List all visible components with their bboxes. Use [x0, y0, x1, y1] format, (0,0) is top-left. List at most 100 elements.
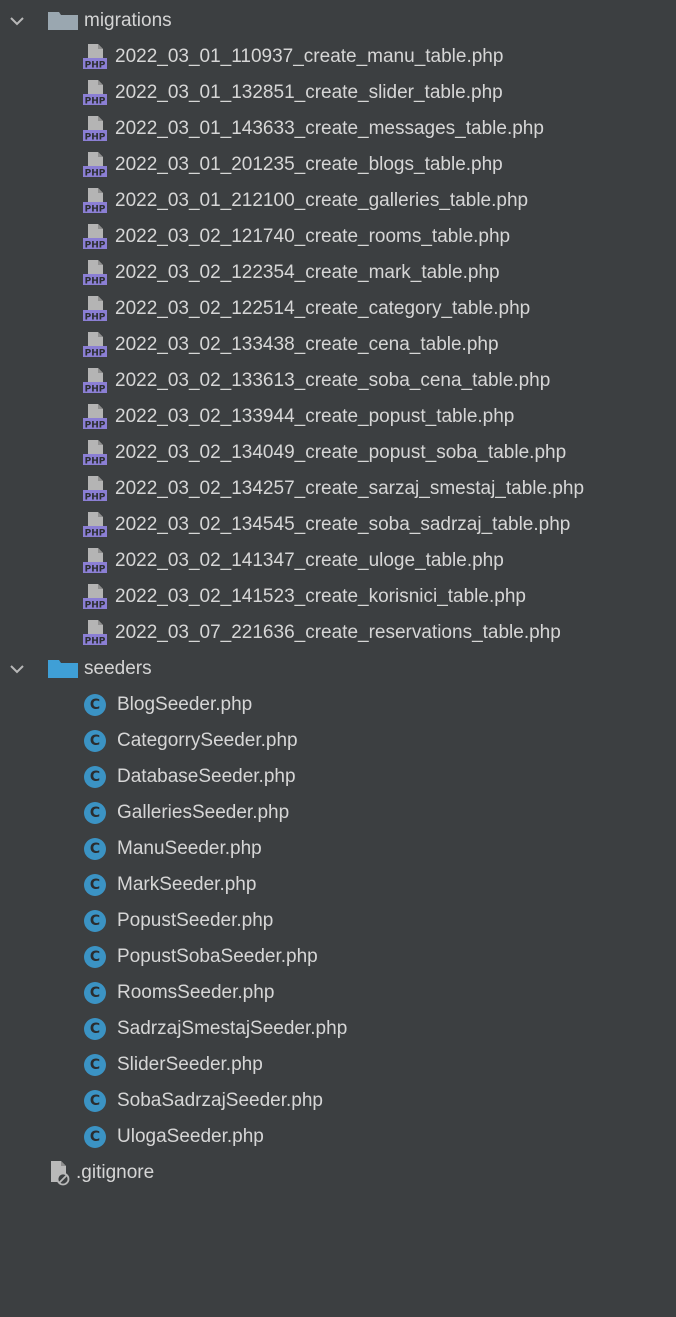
- svg-text:PHP: PHP: [85, 349, 106, 359]
- migration-file[interactable]: PHP 2022_03_02_133944_create_popust_table…: [0, 399, 676, 435]
- migration-file[interactable]: PHP 2022_03_01_110937_create_manu_table.p…: [0, 39, 676, 75]
- file-label: 2022_03_02_134257_create_sarzaj_smestaj_…: [115, 478, 585, 499]
- php-file-icon: PHP: [82, 115, 108, 143]
- file-label: 2022_03_02_122514_create_category_table.…: [115, 298, 531, 319]
- class-file-icon: C: [84, 766, 106, 788]
- svg-text:PHP: PHP: [85, 529, 106, 539]
- file-label: 2022_03_01_212100_create_galleries_table…: [115, 190, 529, 211]
- class-file-icon: C: [84, 730, 106, 752]
- svg-text:PHP: PHP: [85, 637, 106, 647]
- migration-file[interactable]: PHP 2022_03_02_141347_create_uloge_table.…: [0, 543, 676, 579]
- file-label: 2022_03_07_221636_create_reservations_ta…: [115, 622, 561, 643]
- file-label: RoomsSeeder.php: [117, 982, 275, 1003]
- folder-icon: [48, 12, 78, 30]
- file-label: PopustSeeder.php: [117, 910, 274, 931]
- php-file-icon: PHP: [82, 259, 108, 287]
- php-file-icon: PHP: [82, 223, 108, 251]
- file-label: GalleriesSeeder.php: [117, 802, 290, 823]
- seeder-file[interactable]: C DatabaseSeeder.php: [0, 759, 676, 795]
- file-label: PopustSobaSeeder.php: [117, 946, 318, 967]
- folder-seeders[interactable]: seeders: [0, 651, 676, 687]
- file-label: 2022_03_02_141523_create_korisnici_table…: [115, 586, 526, 607]
- file-label: .gitignore: [76, 1162, 155, 1183]
- php-file-icon: PHP: [82, 403, 108, 431]
- migration-file[interactable]: PHP 2022_03_07_221636_create_reservations…: [0, 615, 676, 651]
- migration-file[interactable]: PHP 2022_03_01_212100_create_galleries_ta…: [0, 183, 676, 219]
- seeder-file[interactable]: C ManuSeeder.php: [0, 831, 676, 867]
- file-label: 2022_03_01_143633_create_messages_table.…: [115, 118, 544, 139]
- seeder-file[interactable]: C SobaSadrzajSeeder.php: [0, 1083, 676, 1119]
- project-tree: migrations PHP 2022_03_01_110937_create_m…: [0, 0, 676, 1317]
- file-label: 2022_03_02_133613_create_soba_cena_table…: [115, 370, 551, 391]
- migration-file[interactable]: PHP 2022_03_02_121740_create_rooms_table.…: [0, 219, 676, 255]
- svg-text:PHP: PHP: [85, 205, 106, 215]
- class-file-icon: C: [84, 1054, 106, 1076]
- php-file-icon: PHP: [82, 79, 108, 107]
- migration-file[interactable]: PHP 2022_03_02_122354_create_mark_table.p…: [0, 255, 676, 291]
- file-label: 2022_03_01_201235_create_blogs_table.php: [115, 154, 503, 175]
- svg-text:PHP: PHP: [85, 493, 106, 503]
- php-file-icon: PHP: [82, 43, 108, 71]
- migration-file[interactable]: PHP 2022_03_02_134049_create_popust_soba_…: [0, 435, 676, 471]
- svg-text:PHP: PHP: [85, 601, 106, 611]
- migrations-file-list: PHP 2022_03_01_110937_create_manu_table.p…: [0, 39, 676, 651]
- file-label: 2022_03_02_141347_create_uloge_table.php: [115, 550, 504, 571]
- svg-text:PHP: PHP: [85, 169, 106, 179]
- class-file-icon: C: [84, 694, 106, 716]
- svg-text:PHP: PHP: [85, 277, 106, 287]
- folder-migrations[interactable]: migrations: [0, 3, 676, 39]
- file-label: SobaSadrzajSeeder.php: [117, 1090, 323, 1111]
- seeder-file[interactable]: C SliderSeeder.php: [0, 1047, 676, 1083]
- migration-file[interactable]: PHP 2022_03_02_134545_create_soba_sadrzaj…: [0, 507, 676, 543]
- seeder-file[interactable]: C BlogSeeder.php: [0, 687, 676, 723]
- file-label: DatabaseSeeder.php: [117, 766, 296, 787]
- migration-file[interactable]: PHP 2022_03_01_201235_create_blogs_table.…: [0, 147, 676, 183]
- class-file-icon: C: [84, 838, 106, 860]
- class-file-icon: C: [84, 874, 106, 896]
- class-file-icon: C: [84, 1018, 106, 1040]
- file-label: BlogSeeder.php: [117, 694, 253, 715]
- seeder-file[interactable]: C PopustSobaSeeder.php: [0, 939, 676, 975]
- chevron-down-icon[interactable]: [8, 12, 26, 30]
- svg-text:PHP: PHP: [85, 565, 106, 575]
- class-file-icon: C: [84, 946, 106, 968]
- seeder-file[interactable]: C CategorrySeeder.php: [0, 723, 676, 759]
- file-label: SliderSeeder.php: [117, 1054, 263, 1075]
- file-label: 2022_03_02_134049_create_popust_soba_tab…: [115, 442, 567, 463]
- migration-file[interactable]: PHP 2022_03_02_122514_create_category_tab…: [0, 291, 676, 327]
- file-gitignore[interactable]: .gitignore: [0, 1155, 676, 1191]
- file-label: 2022_03_02_122354_create_mark_table.php: [115, 262, 500, 283]
- svg-text:PHP: PHP: [85, 133, 106, 143]
- file-label: 2022_03_02_133438_create_cena_table.php: [115, 334, 499, 355]
- migration-file[interactable]: PHP 2022_03_02_134257_create_sarzaj_smest…: [0, 471, 676, 507]
- seeder-file[interactable]: C PopustSeeder.php: [0, 903, 676, 939]
- svg-text:PHP: PHP: [85, 241, 106, 251]
- seeder-file[interactable]: C UlogaSeeder.php: [0, 1119, 676, 1155]
- migration-file[interactable]: PHP 2022_03_01_143633_create_messages_tab…: [0, 111, 676, 147]
- file-label: 2022_03_02_121740_create_rooms_table.php: [115, 226, 511, 247]
- seeder-file[interactable]: C MarkSeeder.php: [0, 867, 676, 903]
- seeder-file[interactable]: C GalleriesSeeder.php: [0, 795, 676, 831]
- folder-label: migrations: [84, 10, 172, 31]
- chevron-down-icon[interactable]: [8, 660, 26, 678]
- class-file-icon: C: [84, 1090, 106, 1112]
- svg-text:PHP: PHP: [85, 421, 106, 431]
- migration-file[interactable]: PHP 2022_03_02_133613_create_soba_cena_ta…: [0, 363, 676, 399]
- php-file-icon: PHP: [82, 367, 108, 395]
- migration-file[interactable]: PHP 2022_03_02_133438_create_cena_table.p…: [0, 327, 676, 363]
- php-file-icon: PHP: [82, 583, 108, 611]
- seeder-file[interactable]: C SadrzajSmestajSeeder.php: [0, 1011, 676, 1047]
- class-file-icon: C: [84, 1126, 106, 1148]
- class-file-icon: C: [84, 910, 106, 932]
- php-file-icon: PHP: [82, 511, 108, 539]
- svg-text:PHP: PHP: [85, 457, 106, 467]
- migration-file[interactable]: PHP 2022_03_01_132851_create_slider_table…: [0, 75, 676, 111]
- seeder-file[interactable]: C RoomsSeeder.php: [0, 975, 676, 1011]
- svg-text:PHP: PHP: [85, 61, 106, 71]
- php-file-icon: PHP: [82, 439, 108, 467]
- php-file-icon: PHP: [82, 547, 108, 575]
- svg-text:PHP: PHP: [85, 385, 106, 395]
- migration-file[interactable]: PHP 2022_03_02_141523_create_korisnici_ta…: [0, 579, 676, 615]
- file-label: SadrzajSmestajSeeder.php: [117, 1018, 348, 1039]
- php-file-icon: PHP: [82, 475, 108, 503]
